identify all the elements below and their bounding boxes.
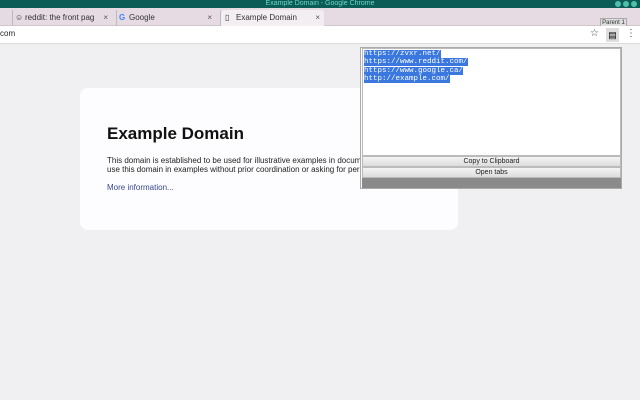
address-bar[interactable]: com ☆ ▤ ⋮ <box>0 26 640 44</box>
minimize-button[interactable] <box>615 1 621 7</box>
tab-label: reddit: the front pag <box>25 13 95 22</box>
title-bar: Example Domain - Google Chrome <box>0 0 640 8</box>
url-line: https://zvxr.net/ <box>364 50 441 58</box>
close-tab-icon[interactable]: × <box>315 10 320 26</box>
url-line: http://example.com/ <box>364 74 450 83</box>
paragraph-line: use this domain in examples without prio… <box>107 165 389 174</box>
tab-bar: ☺ reddit: the front pag × G Google × ▯ E… <box>0 8 640 29</box>
popup-footer-bar <box>362 178 621 188</box>
copy-to-clipboard-button[interactable]: Copy to Clipboard <box>362 156 621 167</box>
bookmark-star-icon[interactable]: ☆ <box>590 28 599 39</box>
tab-example-domain[interactable]: ▯ Example Domain × <box>220 10 324 26</box>
close-tab-icon[interactable]: × <box>207 10 212 26</box>
more-info-link[interactable]: More information... <box>107 183 174 192</box>
tab-label: Google <box>129 13 155 22</box>
close-tab-icon[interactable]: × <box>103 10 108 26</box>
menu-icon[interactable]: ⋮ <box>626 28 636 39</box>
page-heading: Example Domain <box>107 124 244 143</box>
urls-textarea[interactable]: https://zvxr.net/ https://www.reddit.com… <box>362 48 621 156</box>
maximize-button[interactable] <box>623 1 629 7</box>
tab-google[interactable]: G Google × <box>116 10 216 26</box>
open-tabs-button[interactable]: Open tabs <box>362 167 621 178</box>
reddit-icon: ☺ <box>15 13 24 22</box>
url-line: https://www.google.ca/ <box>364 66 464 75</box>
page-icon: ▯ <box>225 13 230 22</box>
extension-icon[interactable]: ▤ <box>606 28 619 42</box>
close-window-button[interactable] <box>631 1 637 7</box>
window-title: Example Domain - Google Chrome <box>265 0 375 7</box>
tab-reddit[interactable]: ☺ reddit: the front pag × <box>12 10 112 26</box>
url-line: https://www.reddit.com/ <box>364 58 468 67</box>
url-text[interactable]: com <box>0 29 15 38</box>
tab-label: Example Domain <box>236 13 297 22</box>
google-icon: G <box>119 13 126 22</box>
extension-popup: https://zvxr.net/ https://www.reddit.com… <box>360 47 622 189</box>
